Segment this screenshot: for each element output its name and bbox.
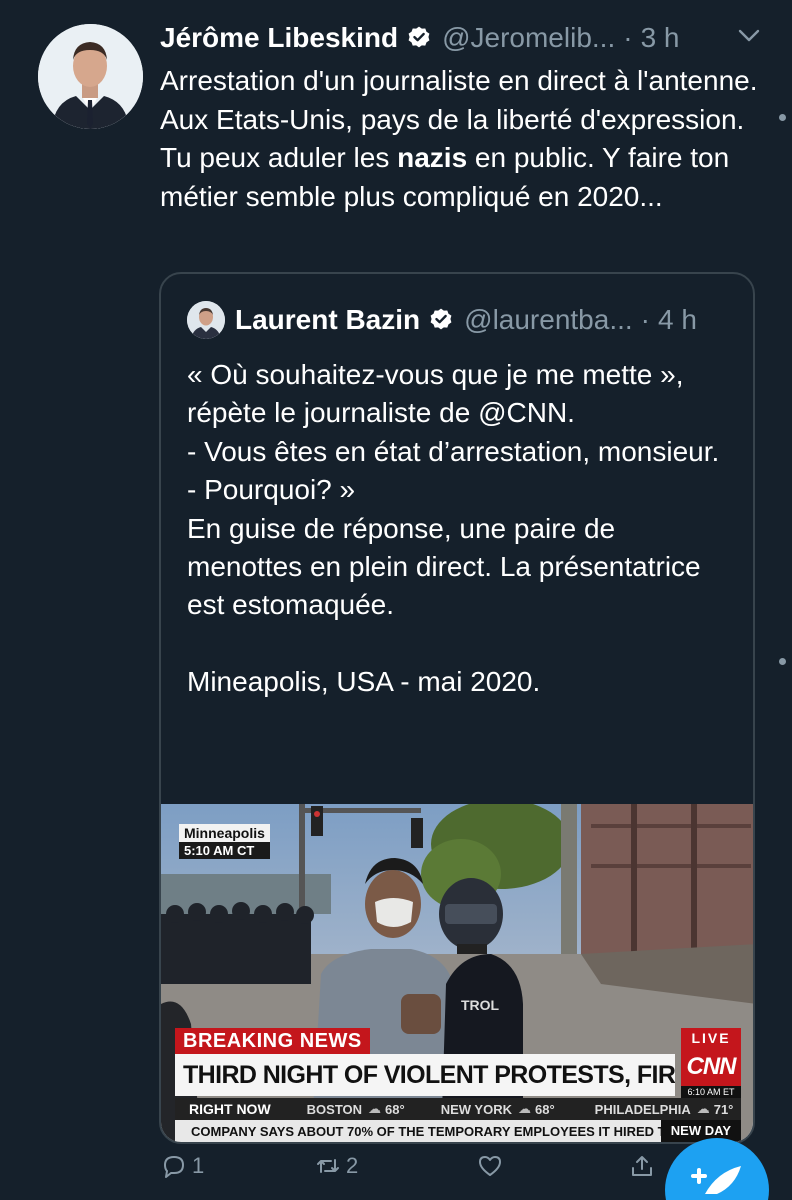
scroll-indicator-dot (779, 114, 786, 121)
tweet-text-bold: nazis (397, 142, 468, 173)
quoted-tweet-text: « Où souhaitez-vous que je me mette », r… (187, 359, 720, 698)
compose-tweet-button[interactable] (665, 1138, 769, 1200)
heart-icon (479, 1156, 501, 1176)
live-badge: LIVE (681, 1028, 741, 1048)
weather-temp: 68° (534, 1101, 555, 1117)
location-tag: Minneapolis 5:10 AM CT (179, 824, 270, 859)
location-name: Minneapolis (179, 824, 270, 842)
tweet-text: Arrestation d'un journaliste en direct à… (160, 62, 760, 216)
verified-badge-icon (430, 308, 452, 330)
weather-city: BOSTON (306, 1101, 363, 1117)
retweet-count: 2 (346, 1153, 359, 1178)
retweet-icon (317, 1159, 339, 1173)
verified-badge-icon (408, 26, 430, 48)
ticker-message: COMPANY SAYS ABOUT 70% OF THE TEMPORARY … (191, 1123, 661, 1139)
network-logo: CNN (681, 1048, 741, 1086)
weather-city: PHILADELPHIA (594, 1101, 691, 1117)
reply-count: 1 (192, 1153, 205, 1178)
author-avatar[interactable] (38, 24, 143, 129)
like-button[interactable] (476, 1152, 504, 1180)
breaking-news-label: BREAKING NEWS (175, 1028, 370, 1054)
reply-button[interactable]: 1 (160, 1152, 204, 1180)
compose-feather-icon (691, 1166, 741, 1194)
quoted-author-avatar (187, 301, 225, 339)
separator-dot: · (623, 22, 633, 53)
quoted-tweet-header: Laurent Bazin @laurentba... · 4 h (187, 300, 733, 340)
scroll-indicator-dot (779, 658, 786, 665)
tweet-time[interactable]: 3 h (641, 22, 680, 54)
cloud-icon: ☁ (696, 1101, 710, 1116)
chevron-down-icon[interactable] (736, 26, 762, 46)
weather-city: NEW YORK (440, 1101, 512, 1117)
share-icon (632, 1156, 652, 1176)
cloud-icon: ☁ (368, 1101, 382, 1116)
news-ticker: COMPANY SAYS ABOUT 70% OF THE TEMPORARY … (175, 1120, 741, 1142)
tweet-header: Jérôme Libeskind @Jeromelib... · 3 h (160, 18, 762, 58)
right-now-label: RIGHT NOW (189, 1101, 271, 1117)
quoted-tweet[interactable]: Laurent Bazin @laurentba... · 4 h « Où s… (159, 272, 755, 1144)
news-headline: THIRD NIGHT OF VIOLENT PROTESTS, FIRES I… (175, 1054, 675, 1096)
tweet[interactable]: Jérôme Libeskind @Jeromelib... · 3 h Arr… (0, 0, 792, 1200)
quoted-tweet-time[interactable]: 4 h (658, 304, 697, 336)
quoted-author-handle[interactable]: @laurentba... (464, 304, 633, 336)
quoted-author-name[interactable]: Laurent Bazin (235, 304, 420, 336)
separator-dot: · (640, 304, 650, 335)
svg-text:TROL: TROL (461, 997, 500, 1013)
cloud-icon: ☁ (517, 1101, 531, 1116)
author-handle[interactable]: @Jeromelib... (442, 22, 615, 54)
retweet-button[interactable]: 2 (314, 1152, 358, 1180)
reply-icon (164, 1156, 184, 1178)
weather-temp: 71° (713, 1101, 734, 1117)
share-button[interactable] (628, 1152, 656, 1180)
author-name[interactable]: Jérôme Libeskind (160, 22, 398, 54)
location-time: 5:10 AM CT (179, 842, 270, 859)
weather-temp: 68° (385, 1101, 405, 1117)
tweet-actions: 1 2 (160, 1152, 680, 1192)
video-thumbnail[interactable]: TROL Minneapolis 5:10 AM CT BREAKING NEW… (161, 804, 753, 1142)
network-time: 6:10 AM ET (681, 1086, 741, 1098)
weather-ticker: RIGHT NOW BOSTON ☁ 68° NEW YORK ☁ 68° PH… (175, 1098, 741, 1120)
